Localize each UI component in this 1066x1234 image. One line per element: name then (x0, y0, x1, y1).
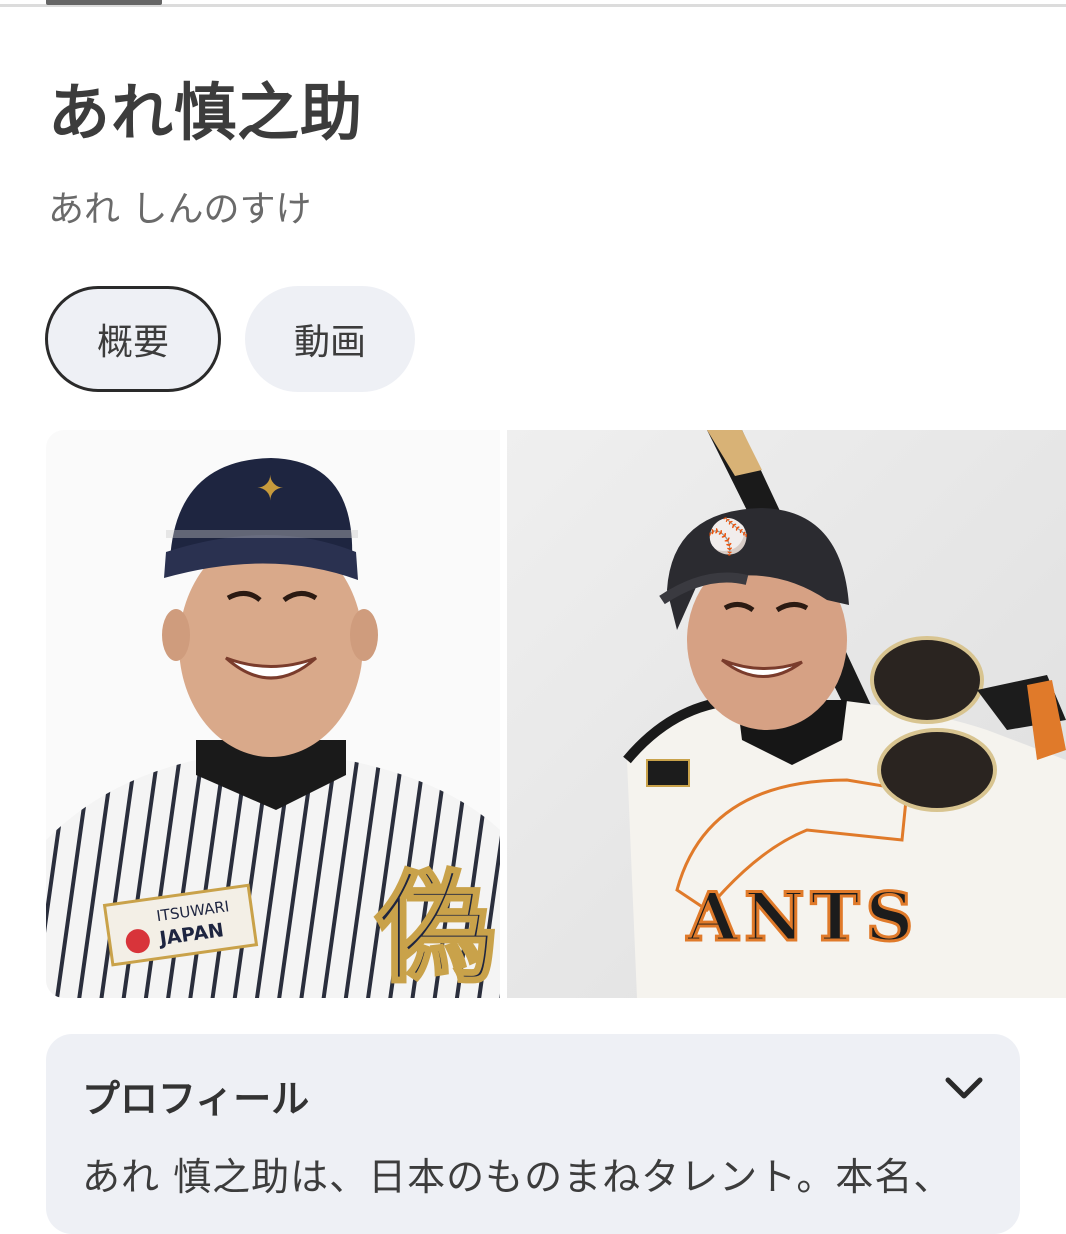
jersey-kanji: 偽 (375, 858, 496, 998)
player-photo-japan: ✦ ITSUWARI JAPAN 偽 (46, 430, 500, 998)
image-right[interactable]: ⚾ ANTS (507, 430, 1066, 998)
top-tab-indicator (0, 0, 1066, 8)
tab-indicator-active (46, 0, 162, 5)
profile-title: プロフィール (82, 1077, 310, 1121)
svg-text:⚾: ⚾ (705, 516, 749, 557)
player-photo-giants: ⚾ ANTS (507, 430, 1066, 998)
chevron-down-icon[interactable] (944, 1074, 984, 1104)
svg-text:✦: ✦ (256, 469, 285, 509)
tab-videos[interactable]: 動画 (245, 286, 415, 392)
image-left[interactable]: ✦ ITSUWARI JAPAN 偽 (46, 430, 500, 998)
tab-overview[interactable]: 概要 (45, 286, 221, 392)
title-reading: あれ しんのすけ (48, 189, 312, 230)
profile-card[interactable]: プロフィール あれ 慎之助は、日本のものまねタレント。本名、 (46, 1034, 1020, 1234)
jersey-lettering: ANTS (686, 878, 919, 956)
page-title: あれ慎之助 (48, 76, 364, 149)
profile-summary: あれ 慎之助は、日本のものまねタレント。本名、 (82, 1155, 953, 1199)
